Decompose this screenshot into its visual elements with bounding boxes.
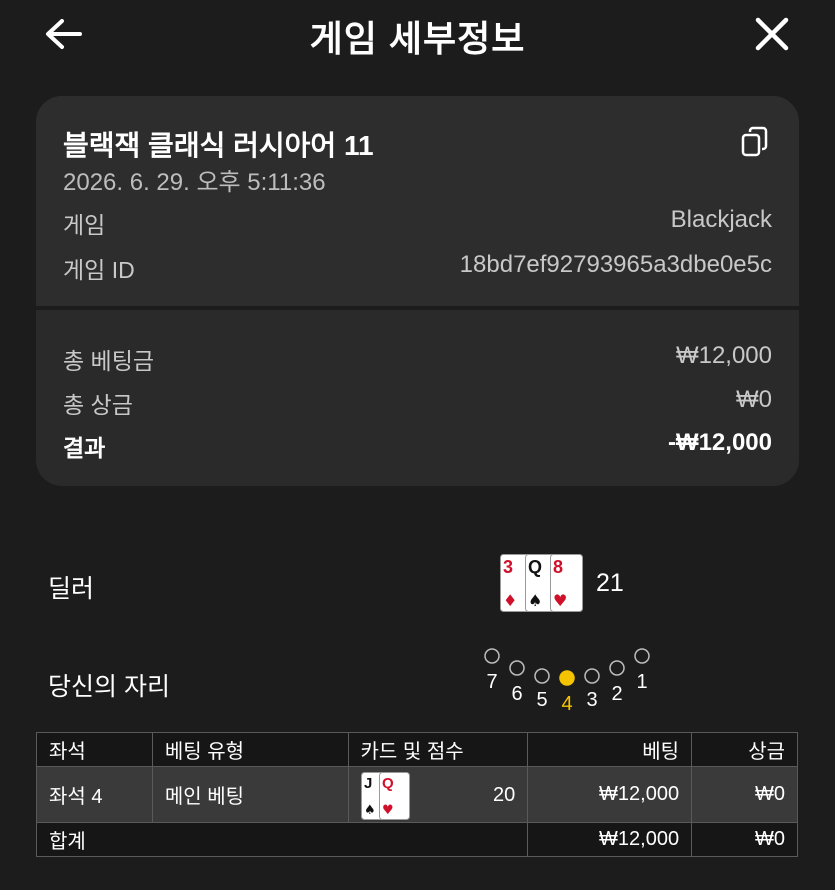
total-label: 합계: [35, 822, 529, 857]
card-rank: 3: [503, 557, 513, 577]
seat-4-marker: [559, 670, 575, 686]
card-suit: ♥: [553, 591, 567, 610]
seat-7-number: 7: [486, 671, 497, 693]
seat-2-number: 2: [611, 683, 622, 705]
game-id-label: 게임 ID: [63, 257, 135, 283]
game-datetime: 2026. 6. 29. 오후 5:11:36: [63, 169, 326, 196]
copy-icon: [741, 126, 768, 157]
col-win: 상금: [691, 732, 798, 767]
bet-table: 좌석 베팅 유형 카드 및 점수 베팅 상금 좌석 4 메인 베팅 J ♠ Q ♥ 2…: [35, 732, 798, 857]
seat-6-number: 6: [511, 683, 522, 705]
player-score: 20: [492, 783, 516, 806]
seat-3-marker: [584, 668, 600, 684]
table-header-row: 좌석 베팅 유형 카드 및 점수 베팅 상금: [36, 732, 798, 767]
player-cards: J♠Q♥: [360, 771, 410, 820]
card-rank: J: [364, 775, 372, 792]
total-bet-value: ₩12,000: [675, 342, 772, 369]
total-bet-label: 총 베팅금: [63, 348, 155, 374]
close-icon: [755, 17, 789, 51]
card-rank: Q: [528, 557, 542, 577]
row-bet-type: 메인 베팅: [151, 766, 349, 823]
seat-3-number: 3: [586, 689, 597, 711]
total-win-label: 총 상금: [63, 392, 133, 418]
result-label: 결과: [63, 435, 106, 461]
playing-card: Q♥: [378, 771, 410, 820]
dealer-score: 21: [596, 569, 624, 597]
game-info-section: 블랙잭 클래식 러시아어 11 2026. 6. 29. 오후 5:11:36 …: [36, 96, 799, 306]
card-suit: ♥: [382, 803, 394, 818]
game-name: 블랙잭 클래식 러시아어 11: [63, 130, 374, 161]
total-win-value: ₩0: [736, 386, 772, 413]
card-suit: ♠: [364, 803, 376, 818]
total-bet: ₩12,000: [527, 822, 693, 857]
seat-6-marker: [509, 660, 525, 676]
col-seat: 좌석: [36, 732, 153, 767]
col-cards: 카드 및 점수: [347, 732, 529, 767]
seat-4-number: 4: [561, 693, 572, 715]
seat-5-number: 5: [536, 689, 547, 711]
row-bet: ₩12,000: [527, 766, 693, 823]
result-value: -₩12,000: [667, 429, 772, 456]
game-type-label: 게임: [63, 212, 106, 238]
page-title: 게임 세부정보: [309, 18, 526, 59]
seat-1-marker: [634, 648, 650, 664]
card-suit: ♠: [528, 591, 542, 610]
seat-label: 당신의 자리: [48, 673, 170, 701]
card-rank: 8: [553, 557, 563, 577]
dealer-cards: 3♦Q♠8♥: [500, 554, 583, 612]
row-seat: 좌석 4: [36, 766, 153, 823]
game-type-value: Blackjack: [670, 206, 772, 233]
total-win: ₩0: [691, 822, 798, 857]
row-cards-cell: J ♠ Q ♥ 20: [347, 766, 529, 823]
playing-card: 8♥: [550, 554, 583, 612]
table-row: 좌석 4 메인 베팅 J ♠ Q ♥ 20 ₩12,000 ₩0: [36, 766, 798, 823]
seat-2-marker: [609, 660, 625, 676]
game-id-value: 18bd7ef92793965a3dbe0e5c: [459, 251, 772, 278]
header: 게임 세부정보: [0, 0, 835, 70]
seat-5-marker: [534, 668, 550, 684]
card-rank: Q: [382, 775, 394, 792]
card-suit: ♦: [503, 591, 517, 610]
divider: [36, 306, 799, 310]
table-total-row: 합계 ₩12,000 ₩0: [35, 822, 798, 857]
dealer-label: 딜러: [48, 575, 95, 603]
seat-1-number: 1: [636, 671, 647, 693]
copy-button[interactable]: [740, 126, 770, 158]
game-info-card: 블랙잭 클래식 러시아어 11 2026. 6. 29. 오후 5:11:36 …: [36, 96, 799, 486]
col-bet-type: 베팅 유형: [151, 732, 349, 767]
col-bet: 베팅: [527, 732, 693, 767]
close-button[interactable]: [750, 12, 794, 56]
seat-map: 76 5 4 3 21: [484, 648, 650, 715]
row-win: ₩0: [691, 766, 798, 823]
seat-7-marker: [484, 648, 500, 664]
